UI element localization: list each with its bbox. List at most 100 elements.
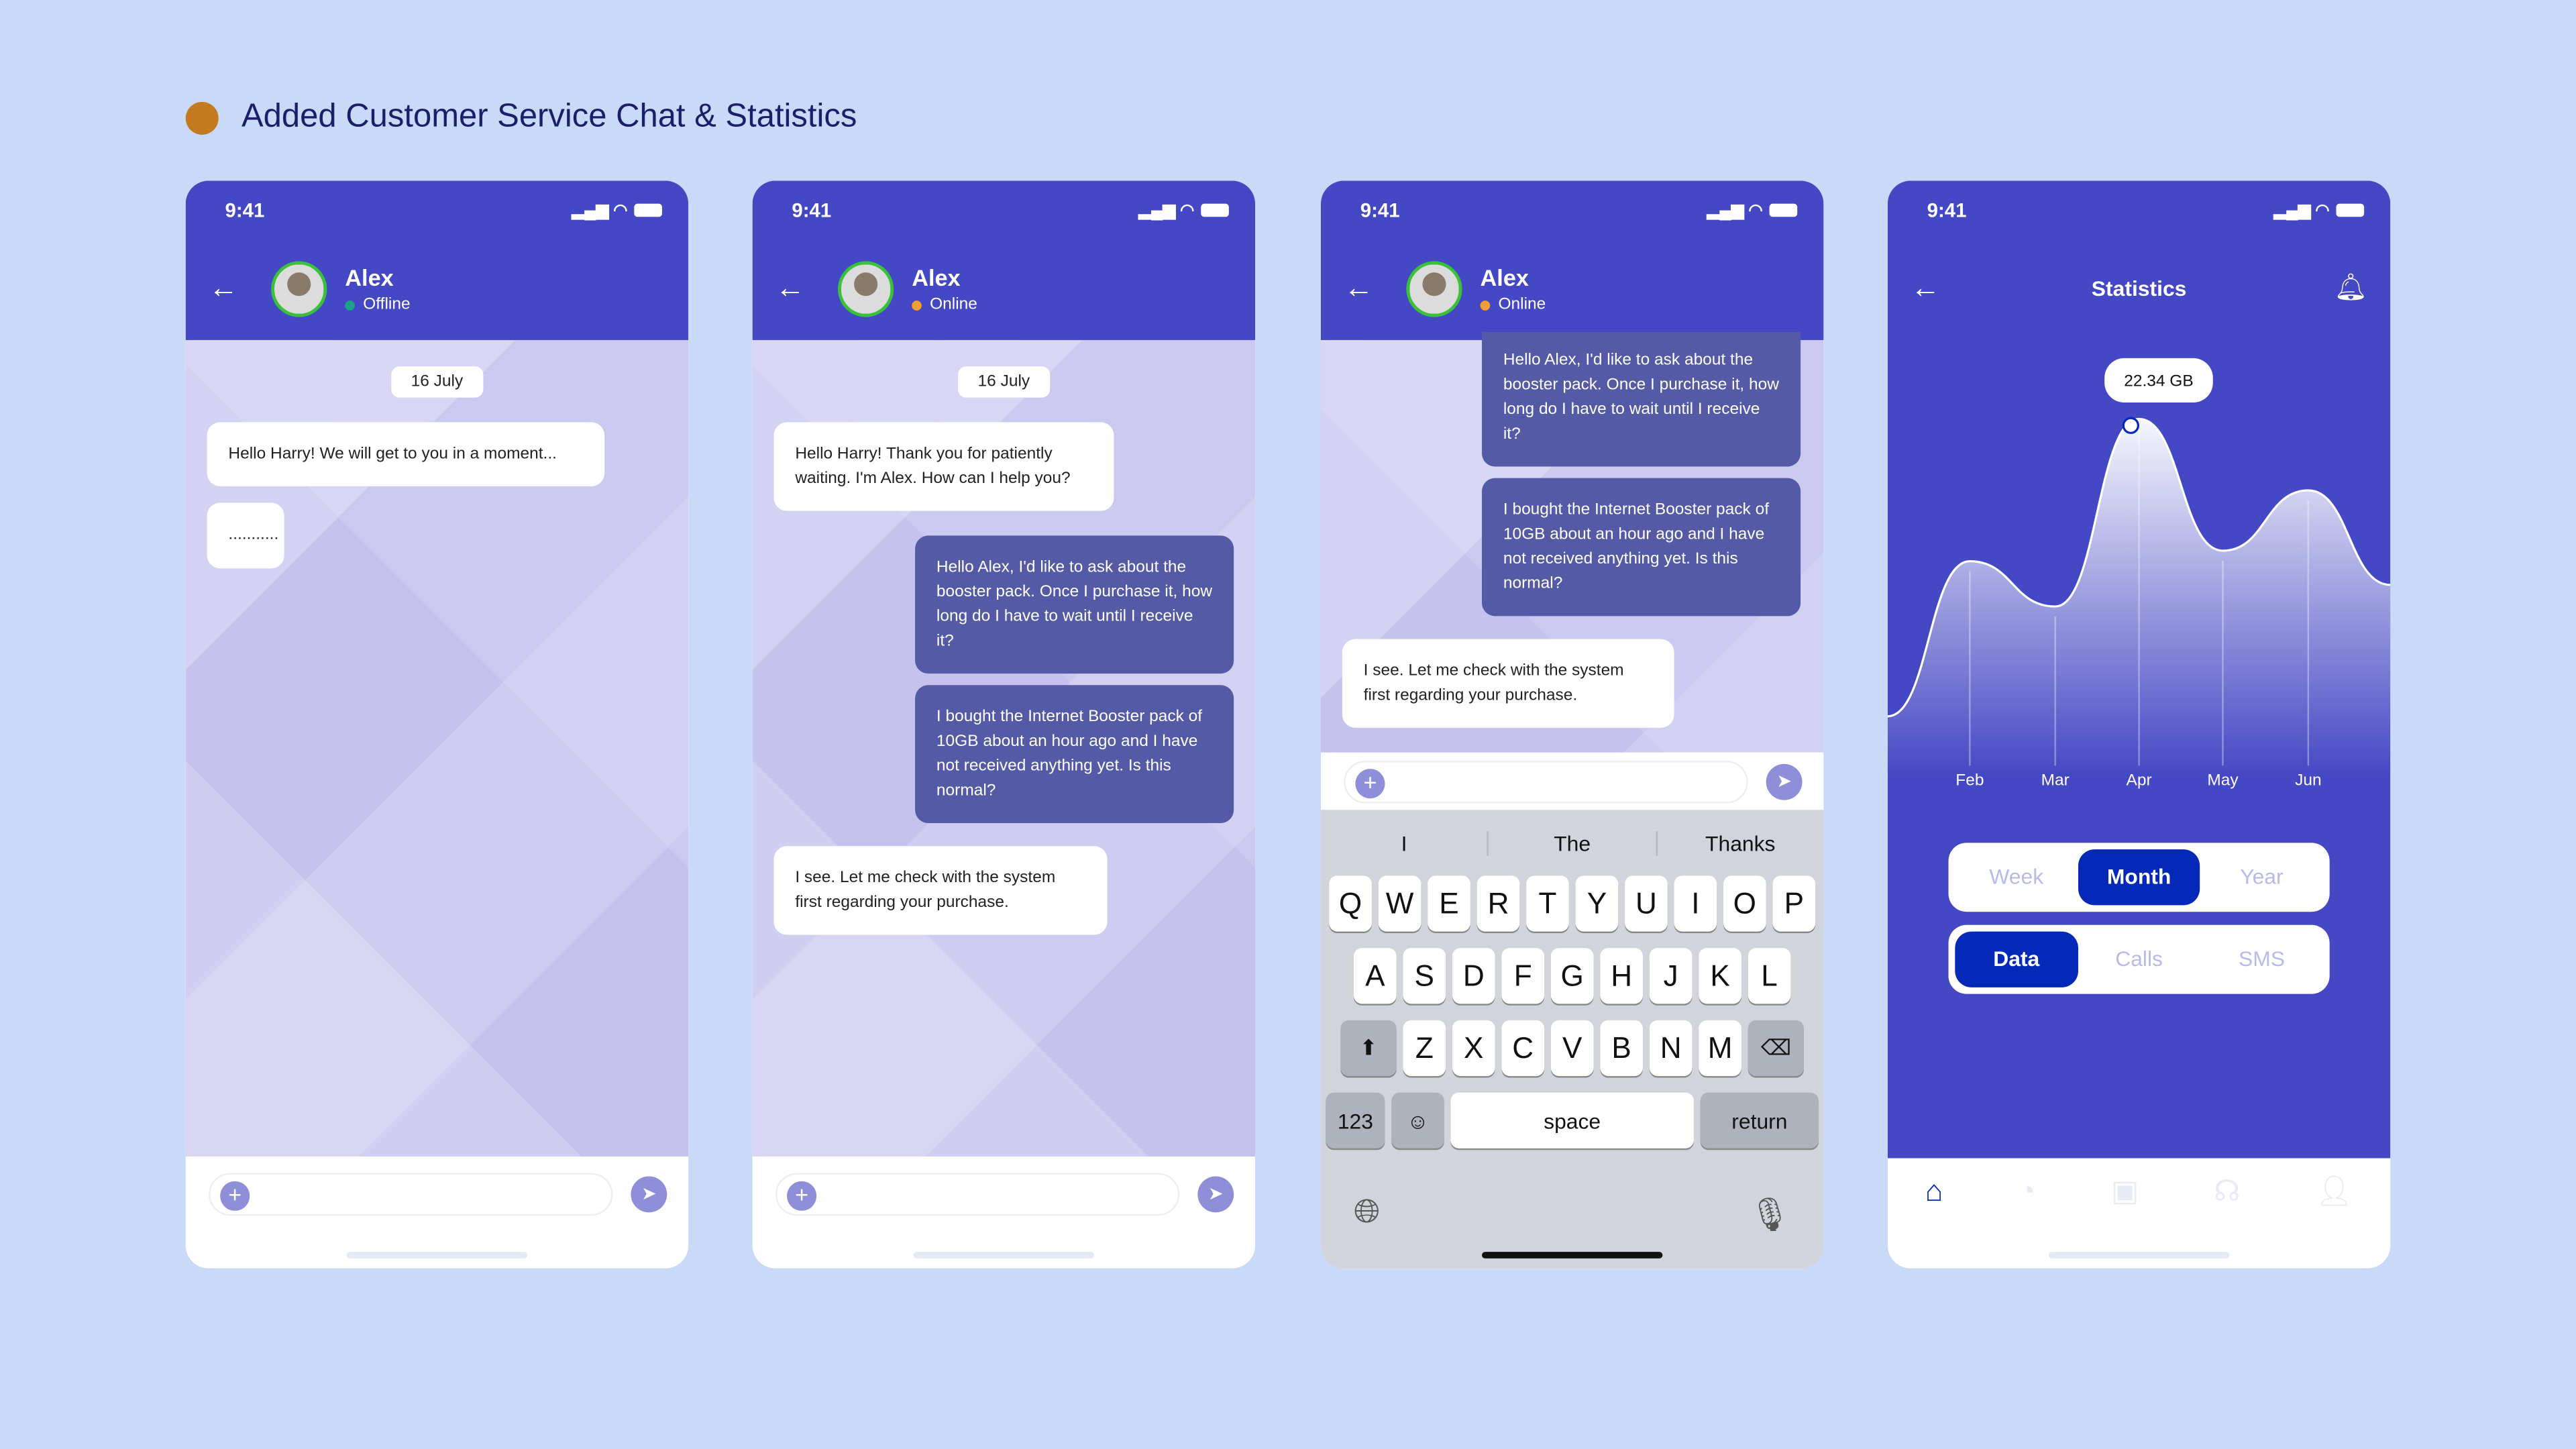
back-arrow-icon[interactable]: ← — [1344, 271, 1373, 305]
status-icons: ▂▄▆ ◠ — [1707, 199, 1798, 221]
title-dot-icon — [185, 101, 219, 134]
usage-chart: Feb Mar Apr May Jun 22.34 GB — [1887, 358, 2391, 789]
key-row-2: ASDFGHJKL — [1321, 948, 1823, 1004]
offline-dot-icon — [345, 299, 355, 310]
bottom-nav: ⌂ ◔ ▣ ☊ 👤︎ — [1887, 1158, 2391, 1269]
x-tick-label: Jun — [2295, 771, 2321, 789]
status-time: 9:41 — [1927, 199, 1967, 222]
x-tick-label: Feb — [1955, 771, 1984, 789]
contact-name: Alex — [1480, 264, 1529, 291]
avatar — [1406, 261, 1462, 317]
message-input[interactable]: + — [775, 1173, 1180, 1216]
canvas: Added Customer Service Chat & Statistics… — [0, 0, 2576, 1449]
x-tick-label: Apr — [2127, 771, 2152, 789]
key-x[interactable]: X — [1452, 1020, 1495, 1077]
emoji-key[interactable]: ☺ — [1391, 1092, 1444, 1148]
tab-month[interactable]: Month — [2078, 849, 2201, 906]
key-g[interactable]: G — [1550, 948, 1594, 1004]
key-o[interactable]: O — [1723, 875, 1766, 932]
key-s[interactable]: S — [1403, 948, 1446, 1004]
microphone-icon[interactable]: 🎙︎ — [1749, 1194, 1790, 1235]
contact-name: Alex — [912, 264, 961, 291]
key-r[interactable]: R — [1477, 875, 1520, 932]
key-p[interactable]: P — [1772, 875, 1816, 932]
tooltip-value: 22.34 GB — [2124, 372, 2193, 390]
home-icon[interactable]: ⌂ — [1925, 1175, 1943, 1269]
tab-calls[interactable]: Calls — [2078, 932, 2200, 987]
numbers-key[interactable]: 123 — [1326, 1092, 1385, 1148]
tab-data[interactable]: Data — [1955, 931, 2078, 987]
key-i[interactable]: I — [1674, 875, 1717, 932]
user-icon[interactable]: 👤︎ — [2315, 1175, 2353, 1269]
status-time: 9:41 — [225, 199, 265, 222]
home-indicator — [1481, 1252, 1663, 1258]
message-input[interactable]: + — [209, 1173, 613, 1216]
pie-chart-icon[interactable]: ◔ — [2018, 1175, 2036, 1269]
key-z[interactable]: Z — [1403, 1020, 1446, 1077]
tab-sms[interactable]: SMS — [2200, 932, 2323, 987]
key-j[interactable]: J — [1649, 948, 1693, 1004]
key-row-3: ⬆ Z X C V B N M ⌫ — [1321, 1020, 1823, 1077]
space-key[interactable]: space — [1450, 1092, 1694, 1148]
message-outgoing: Hello Alex, I'd like to ask about the bo… — [1481, 331, 1801, 467]
phone-statistics: 9:41 ▂▄▆ ◠ ← Statistics 🔔︎ Feb Mar Apr May Ju… — [1887, 180, 2391, 1269]
composer: + ➤ — [1320, 752, 1824, 810]
key-b[interactable]: B — [1600, 1020, 1643, 1077]
period-selector: Week Month Year — [1948, 843, 2330, 912]
key-l[interactable]: L — [1748, 948, 1791, 1004]
key-n[interactable]: N — [1649, 1020, 1693, 1077]
bell-icon[interactable]: 🔔︎ — [2334, 271, 2367, 304]
message-outgoing: I bought the Internet Booster pack of 10… — [1481, 478, 1801, 616]
send-button[interactable]: ➤ — [1197, 1176, 1234, 1213]
key-y[interactable]: Y — [1575, 875, 1619, 932]
add-icon[interactable]: + — [220, 1181, 250, 1211]
status-bar: 9:41 ▂▄▆ ◠ — [792, 199, 1229, 222]
message-outgoing: Hello Alex, I'd like to ask about the bo… — [915, 535, 1234, 674]
key-row-4: 123 ☺ space return — [1321, 1092, 1823, 1148]
online-dot-icon — [1480, 299, 1491, 310]
key-a[interactable]: A — [1353, 948, 1397, 1004]
send-button[interactable]: ➤ — [631, 1176, 667, 1213]
status-time: 9:41 — [1360, 199, 1400, 222]
date-pill: 16 July — [391, 366, 483, 398]
key-f[interactable]: F — [1501, 948, 1545, 1004]
key-t[interactable]: T — [1526, 875, 1569, 932]
key-e[interactable]: E — [1428, 875, 1470, 932]
send-button[interactable]: ➤ — [1766, 763, 1803, 800]
message-outgoing: I bought the Internet Booster pack of 10… — [915, 685, 1234, 823]
tab-year[interactable]: Year — [2200, 849, 2323, 905]
add-icon[interactable]: + — [787, 1181, 817, 1211]
tab-week[interactable]: Week — [1955, 849, 2078, 905]
composer: + ➤ — [752, 1157, 1256, 1269]
key-h[interactable]: H — [1600, 948, 1643, 1004]
composer: + ➤ — [185, 1157, 689, 1269]
suggestion[interactable]: I — [1321, 830, 1489, 855]
shift-key[interactable]: ⬆ — [1340, 1020, 1397, 1077]
globe-icon[interactable]: 🌐︎ — [1354, 1194, 1380, 1235]
suggestion[interactable]: The — [1489, 830, 1658, 855]
heading: Added Customer Service Chat & Statistics — [185, 98, 857, 136]
status-bar: 9:41 ▂▄▆ ◠ — [225, 199, 662, 222]
key-d[interactable]: D — [1452, 948, 1495, 1004]
back-arrow-icon[interactable]: ← — [775, 271, 805, 305]
key-q[interactable]: Q — [1329, 875, 1372, 932]
back-arrow-icon[interactable]: ← — [209, 271, 238, 305]
status-icons: ▂▄▆ ◠ — [2273, 199, 2365, 221]
chat-header: 9:41 ▂▄▆ ◠ ← Alex Offline — [185, 180, 689, 340]
key-u[interactable]: U — [1625, 875, 1668, 932]
highlight-point — [2122, 417, 2139, 434]
key-c[interactable]: C — [1501, 1020, 1545, 1077]
add-icon[interactable]: + — [1355, 769, 1385, 799]
page-title: Added Customer Service Chat & Statistics — [241, 98, 857, 135]
key-w[interactable]: W — [1378, 875, 1421, 932]
keyboard-bottom: 🌐︎ 🎙︎ — [1354, 1194, 1790, 1235]
stats-panel: 9:41 ▂▄▆ ◠ ← Statistics 🔔︎ Feb Mar Apr May Ju… — [1887, 180, 2391, 1159]
presence: Online — [1480, 296, 1546, 314]
key-v[interactable]: V — [1550, 1020, 1594, 1077]
key-m[interactable]: M — [1699, 1020, 1741, 1077]
suggestion[interactable]: Thanks — [1657, 830, 1823, 855]
return-key[interactable]: return — [1700, 1092, 1819, 1148]
key-k[interactable]: K — [1699, 948, 1741, 1004]
backspace-key[interactable]: ⌫ — [1748, 1020, 1805, 1077]
message-input[interactable]: + — [1344, 760, 1748, 804]
